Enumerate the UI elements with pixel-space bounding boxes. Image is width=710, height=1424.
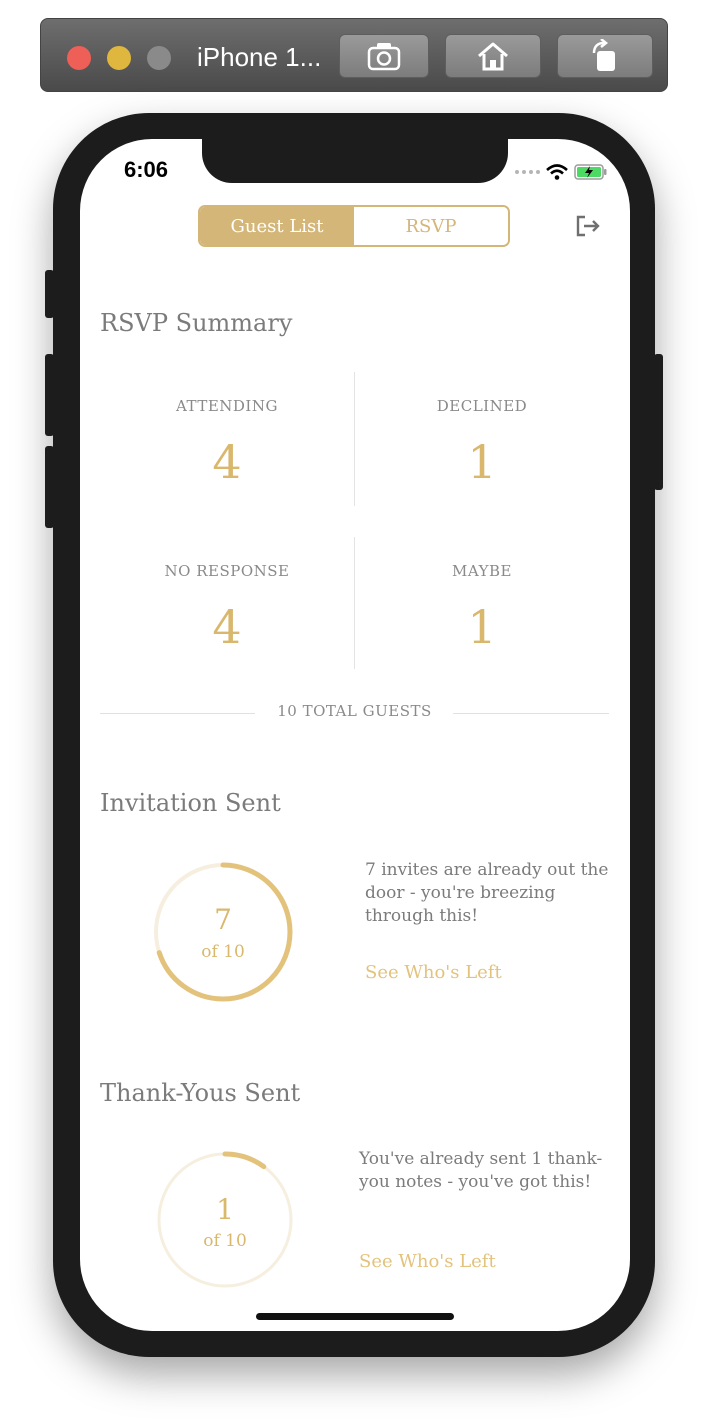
simulator-title-bar: iPhone 1... — [40, 18, 668, 92]
see-whos-left-thank-yous-link[interactable]: See Who's Left — [359, 1251, 496, 1272]
status-icons — [515, 163, 608, 181]
rotate-button[interactable] — [557, 34, 653, 78]
invitation-progress-ring: 7 of 10 — [152, 861, 294, 1003]
minimize-window-button[interactable] — [107, 46, 131, 70]
stat-divider — [354, 372, 355, 506]
no-response-stat: NO RESPONSE 4 — [100, 562, 354, 654]
home-indicator — [256, 1313, 454, 1320]
thank-yous-sent-title: Thank-Yous Sent — [100, 1079, 301, 1107]
thank-you-total: of 10 — [203, 1231, 247, 1251]
tab-rsvp[interactable]: RSVP — [354, 207, 508, 245]
battery-charging-icon — [574, 164, 607, 180]
camera-icon — [367, 43, 401, 71]
view-segmented-control: Guest List RSVP — [198, 205, 510, 247]
stat-label: ATTENDING — [176, 397, 278, 415]
stat-label: MAYBE — [452, 562, 512, 580]
maybe-stat: MAYBE 1 — [355, 562, 609, 654]
home-button[interactable] — [445, 34, 541, 78]
thank-you-count: 1 — [216, 1193, 234, 1226]
phone-screen: 6:06 Guest List RSVP RSVP Summary ATTEND… — [80, 139, 630, 1331]
total-guests: 10 TOTAL GUESTS — [277, 702, 432, 720]
stat-label: DECLINED — [436, 397, 528, 415]
rsvp-summary-title: RSVP Summary — [100, 309, 293, 337]
stat-label: NO RESPONSE — [164, 562, 290, 580]
simulator-title: iPhone 1... — [197, 42, 322, 72]
invitation-total: of 10 — [201, 942, 245, 962]
power-button — [654, 354, 663, 490]
screenshot-button[interactable] — [339, 34, 429, 78]
thank-you-progress-ring: 1 of 10 — [156, 1151, 294, 1289]
see-whos-left-invitations-link[interactable]: See Who's Left — [365, 962, 502, 983]
thank-you-description: You've already sent 1 thank-you notes - … — [359, 1149, 603, 1192]
logout-icon[interactable] — [576, 215, 600, 237]
close-window-button[interactable] — [67, 46, 91, 70]
invitation-description: 7 invites are already out the door - you… — [365, 860, 609, 926]
stat-value: 1 — [467, 435, 497, 489]
stat-divider — [354, 537, 355, 669]
stat-value: 4 — [212, 435, 242, 489]
stat-value: 1 — [467, 600, 497, 654]
home-icon — [478, 42, 508, 71]
tab-guest-list[interactable]: Guest List — [200, 207, 354, 245]
stat-value: 4 — [212, 600, 242, 654]
notch — [202, 139, 508, 183]
declined-stat: DECLINED 1 — [355, 397, 609, 489]
invitation-sent-title: Invitation Sent — [100, 789, 281, 817]
total-guests-row: 10 TOTAL GUESTS — [100, 702, 609, 724]
status-time: 6:06 — [124, 157, 169, 182]
signal-dots-icon — [515, 170, 540, 174]
wifi-icon — [546, 164, 568, 180]
rotate-icon — [592, 39, 615, 71]
zoom-window-button[interactable] — [147, 46, 171, 70]
invitation-count: 7 — [214, 903, 232, 936]
attending-stat: ATTENDING 4 — [100, 397, 354, 489]
